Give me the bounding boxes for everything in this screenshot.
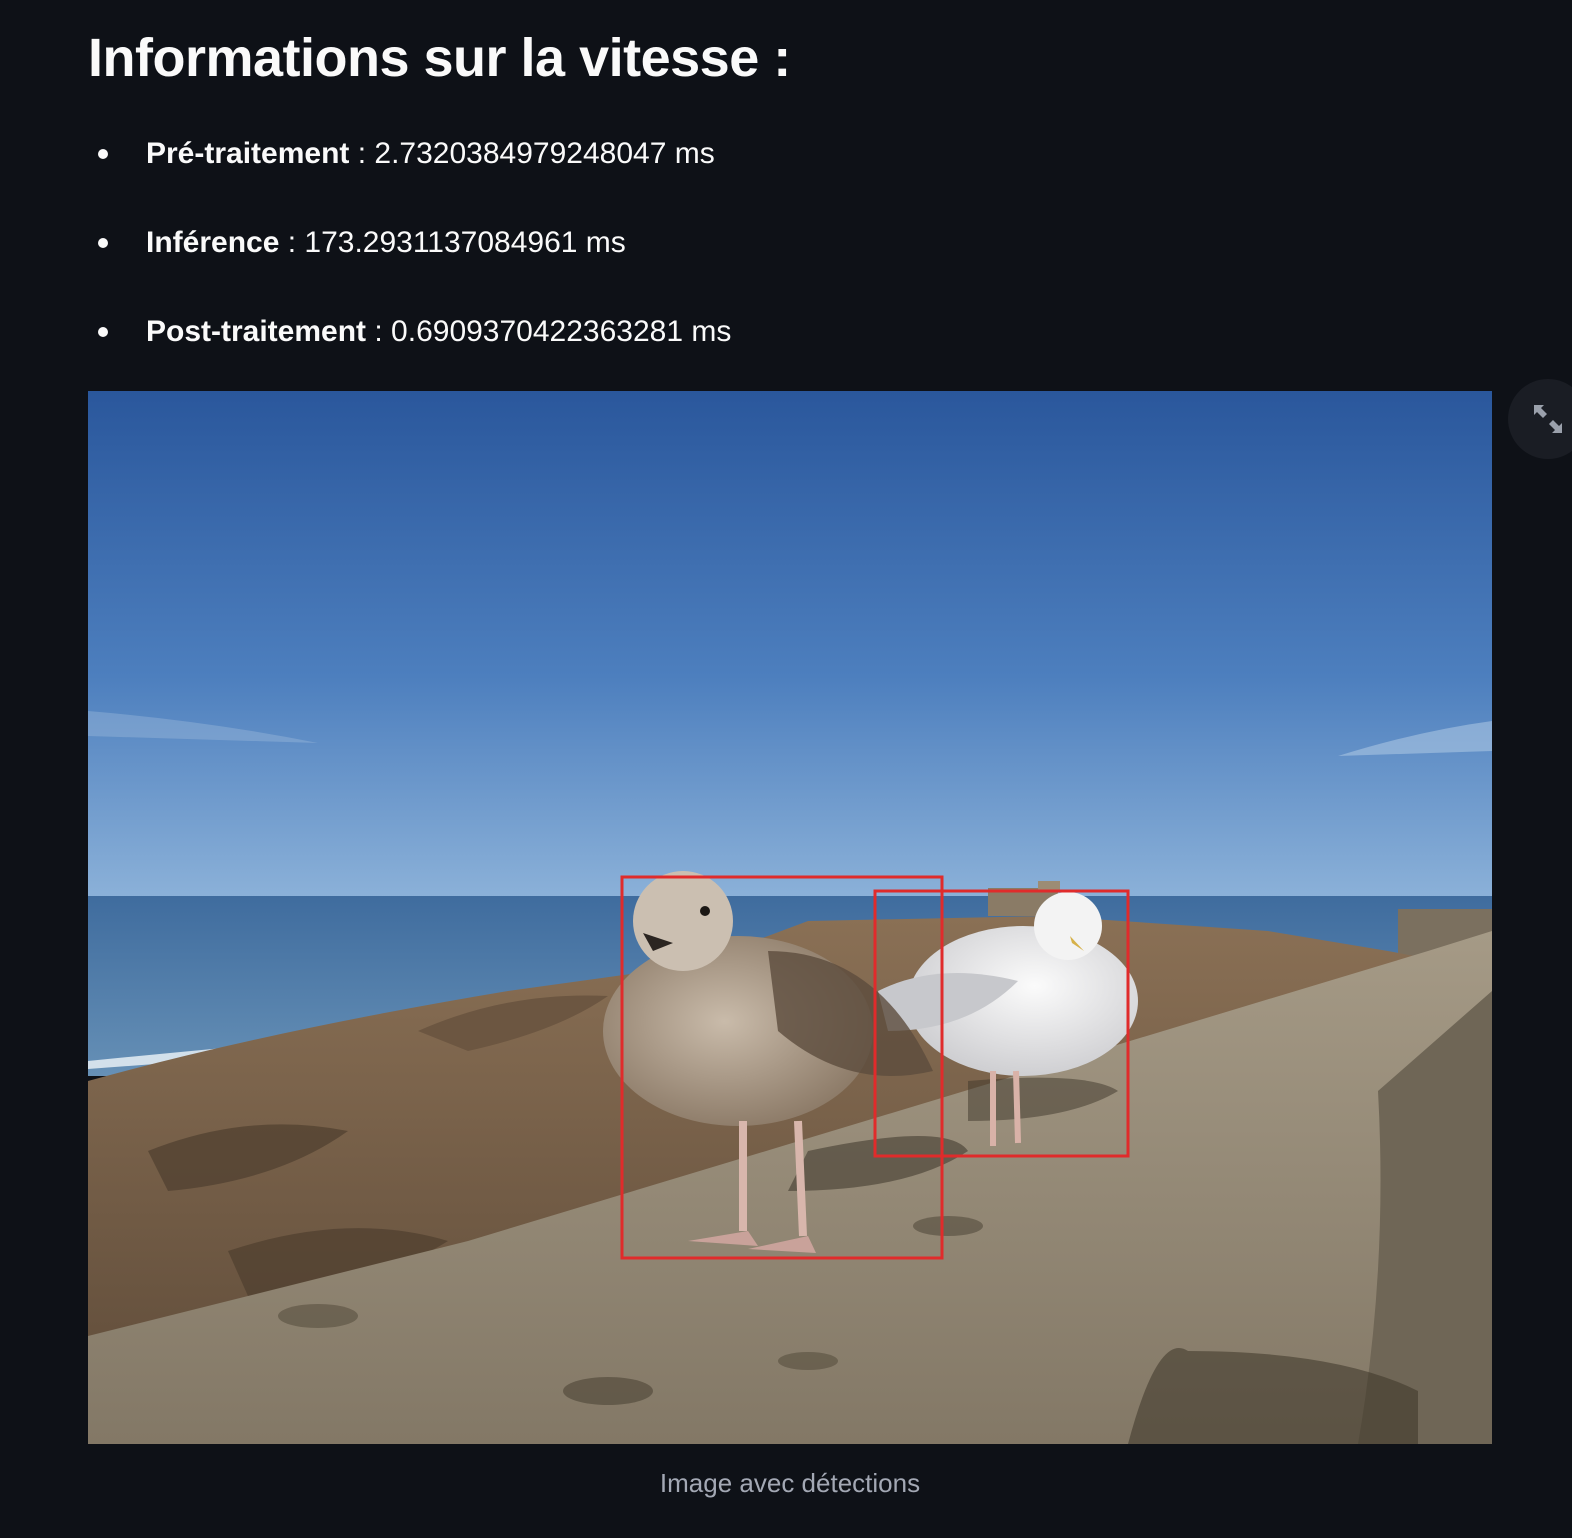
bullet-icon xyxy=(98,238,108,248)
speed-item-inference: Inférence : 173.2931137084961 ms xyxy=(88,219,731,308)
page-title: Informations sur la vitesse : xyxy=(88,28,791,88)
speed-item-value: : 2.7320384979248047 ms xyxy=(349,137,715,170)
speed-item-label: Post-traitement xyxy=(146,315,367,348)
bullet-icon xyxy=(98,149,108,159)
speed-info-list: Pré-traitement : 2.7320384979248047 ms I… xyxy=(88,130,731,397)
speed-item-value: : 173.2931137084961 ms xyxy=(279,226,626,259)
speed-item-preprocess: Pré-traitement : 2.7320384979248047 ms xyxy=(88,130,731,219)
detection-image xyxy=(88,391,1492,1444)
expand-arrows-icon xyxy=(1534,405,1562,433)
image-caption: Image avec détections xyxy=(659,1468,921,1498)
fullscreen-button[interactable] xyxy=(1508,379,1572,459)
speed-item-label: Pré-traitement xyxy=(146,137,350,170)
seagull-photo xyxy=(88,391,1492,1444)
speed-item-label: Inférence xyxy=(146,226,280,259)
speed-item-postprocess: Post-traitement : 0.6909370422363281 ms xyxy=(88,308,731,397)
bullet-icon xyxy=(98,327,108,337)
speed-item-value: : 0.6909370422363281 ms xyxy=(366,315,732,348)
